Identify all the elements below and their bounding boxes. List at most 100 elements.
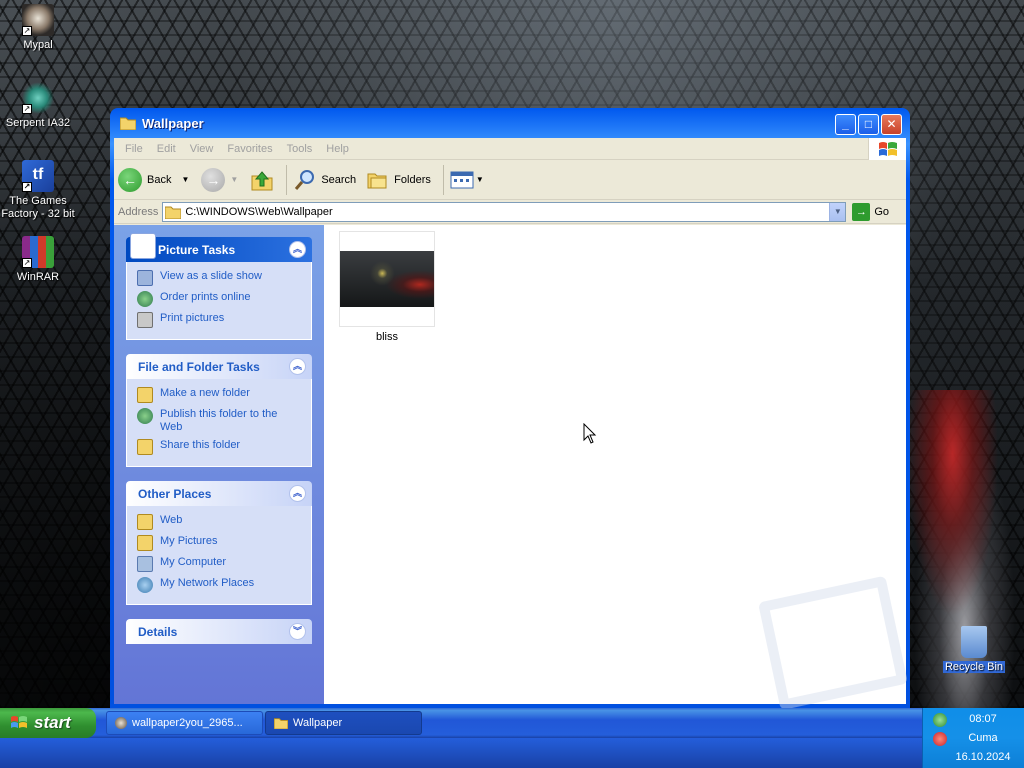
- picture-tasks-panel: Picture Tasks ︽ View as a slide show Ord…: [126, 233, 312, 340]
- views-dropdown-icon: ▼: [475, 175, 484, 184]
- start-button[interactable]: start: [0, 708, 96, 738]
- toolbar-separator: [286, 164, 288, 195]
- maximize-button[interactable]: □: [858, 114, 879, 135]
- file-name[interactable]: bliss: [339, 331, 435, 343]
- windows-logo-icon: [868, 138, 906, 160]
- back-dropdown-icon[interactable]: ▼: [181, 175, 189, 184]
- taskbar-button-label: wallpaper2you_2965...: [132, 717, 243, 729]
- picture-tasks-icon: [130, 233, 156, 259]
- panel-title: Details: [138, 624, 178, 639]
- task-order-prints[interactable]: Order prints online: [137, 291, 301, 307]
- picture-tasks-body: View as a slide show Order prints online…: [126, 262, 312, 340]
- search-button[interactable]: Search: [293, 168, 356, 192]
- menu-edit[interactable]: Edit: [150, 143, 183, 155]
- task-label: My Pictures: [160, 535, 218, 547]
- details-header[interactable]: Details ︾: [126, 619, 312, 644]
- toolbar-separator: [442, 164, 444, 195]
- task-pane: Picture Tasks ︽ View as a slide show Ord…: [114, 225, 324, 704]
- desktop-icon-games-factory[interactable]: tf ↗ The Games Factory - 32 bit: [0, 160, 78, 221]
- window-title: Wallpaper: [142, 115, 204, 131]
- file-view[interactable]: bliss: [324, 225, 909, 711]
- clock-day: Cuma: [968, 732, 998, 744]
- slideshow-icon: [137, 270, 153, 286]
- taskbar: start wallpaper2you_2965... Wallpaper: [0, 708, 1024, 738]
- collapse-icon[interactable]: ︽: [289, 358, 306, 375]
- panel-title: Picture Tasks: [158, 242, 236, 257]
- games-factory-icon: tf ↗: [22, 160, 54, 192]
- globe-icon: [137, 291, 153, 307]
- task-label: Share this folder: [160, 439, 241, 451]
- file-folder-tasks-panel: File and Folder Tasks ︽ Make a new folde…: [126, 354, 312, 467]
- folders-button[interactable]: Folders: [366, 168, 431, 192]
- task-share-folder[interactable]: Share this folder: [137, 439, 301, 455]
- file-thumbnail[interactable]: [339, 231, 435, 327]
- folder-icon: [165, 206, 182, 219]
- desktop-icon-recycle-bin[interactable]: Recycle Bin: [934, 626, 1014, 674]
- desktop-icon-winrar[interactable]: ↗ WinRAR: [0, 236, 78, 284]
- views-button[interactable]: ▼: [450, 170, 484, 190]
- window-client: File Edit View Favorites Tools Help ← Ba…: [114, 138, 909, 711]
- mypal-icon: ↗: [22, 4, 54, 36]
- publish-web-icon: [137, 408, 153, 424]
- start-label: start: [34, 713, 71, 732]
- task-make-folder[interactable]: Make a new folder: [137, 387, 301, 403]
- desktop-icon-label: Recycle Bin: [942, 661, 1006, 673]
- place-network[interactable]: My Network Places: [137, 577, 301, 593]
- desktop-icon-serpent[interactable]: ↗ Serpent IA32: [0, 82, 78, 130]
- toolbar: ← Back ▼ → ▼ Search Folders ▼: [114, 160, 906, 200]
- back-arrow-icon: ←: [118, 167, 142, 192]
- menu-view[interactable]: View: [183, 143, 221, 155]
- clock-time[interactable]: 08:07: [923, 713, 1024, 725]
- picture-watermark-icon: [757, 575, 909, 711]
- other-places-header[interactable]: Other Places ︽: [126, 481, 312, 506]
- winrar-icon: ↗: [22, 236, 54, 268]
- desktop-icon-mypal[interactable]: ↗ Mypal: [0, 4, 78, 52]
- file-folder-tasks-header[interactable]: File and Folder Tasks ︽: [126, 354, 312, 379]
- back-button[interactable]: ← Back ▼: [118, 167, 189, 192]
- minimize-button[interactable]: _: [835, 114, 856, 135]
- back-label: Back: [147, 173, 172, 186]
- menu-file[interactable]: File: [118, 143, 150, 155]
- task-publish-web[interactable]: Publish this folder to the Web: [137, 408, 301, 434]
- task-print-pictures[interactable]: Print pictures: [137, 312, 301, 328]
- other-places-panel: Other Places ︽ Web My Pictures My Comput…: [126, 481, 312, 605]
- menu-favorites[interactable]: Favorites: [220, 143, 279, 155]
- menu-help[interactable]: Help: [319, 143, 356, 155]
- go-label: Go: [874, 205, 890, 218]
- address-dropdown-icon[interactable]: ▼: [829, 202, 846, 221]
- close-button[interactable]: ✕: [881, 114, 902, 135]
- desktop-icon-label: WinRAR: [16, 271, 60, 283]
- place-my-pictures[interactable]: My Pictures: [137, 535, 301, 551]
- menu-tools[interactable]: Tools: [280, 143, 320, 155]
- taskbar-button-label: Wallpaper: [293, 717, 343, 729]
- printer-icon: [137, 312, 153, 328]
- place-web[interactable]: Web: [137, 514, 301, 530]
- collapse-icon[interactable]: ︽: [289, 485, 306, 502]
- bliss-image-preview: [340, 251, 434, 307]
- expand-icon[interactable]: ︾: [289, 623, 306, 640]
- address-field[interactable]: C:\WINDOWS\Web\Wallpaper ▼: [162, 201, 847, 222]
- place-my-computer[interactable]: My Computer: [137, 556, 301, 572]
- panel-title: Other Places: [138, 486, 212, 501]
- panel-title: File and Folder Tasks: [138, 359, 260, 374]
- address-path: C:\WINDOWS\Web\Wallpaper: [185, 205, 333, 218]
- taskbar-button-wallpaper[interactable]: Wallpaper: [265, 711, 422, 735]
- task-label: My Computer: [160, 556, 227, 568]
- taskbar-lower: [0, 738, 1024, 768]
- title-bar[interactable]: Wallpaper _ □ ✕: [114, 108, 906, 138]
- explorer-body: Picture Tasks ︽ View as a slide show Ord…: [114, 225, 909, 711]
- picture-tasks-header[interactable]: Picture Tasks ︽: [126, 233, 312, 262]
- go-button[interactable]: → Go: [852, 202, 890, 221]
- collapse-icon[interactable]: ︽: [289, 241, 306, 258]
- taskbar-button-wallpaper2you[interactable]: wallpaper2you_2965...: [106, 711, 263, 735]
- folder-icon: [274, 718, 288, 729]
- search-icon: [295, 169, 315, 190]
- task-label: My Network Places: [160, 577, 255, 589]
- forward-button[interactable]: → ▼: [201, 167, 238, 192]
- task-view-slideshow[interactable]: View as a slide show: [137, 270, 301, 286]
- desktop-icon-label: Mypal: [23, 39, 53, 51]
- folder-icon: [137, 514, 153, 530]
- task-label: Web: [160, 514, 183, 526]
- share-folder-icon: [137, 439, 153, 455]
- up-button[interactable]: [250, 168, 274, 192]
